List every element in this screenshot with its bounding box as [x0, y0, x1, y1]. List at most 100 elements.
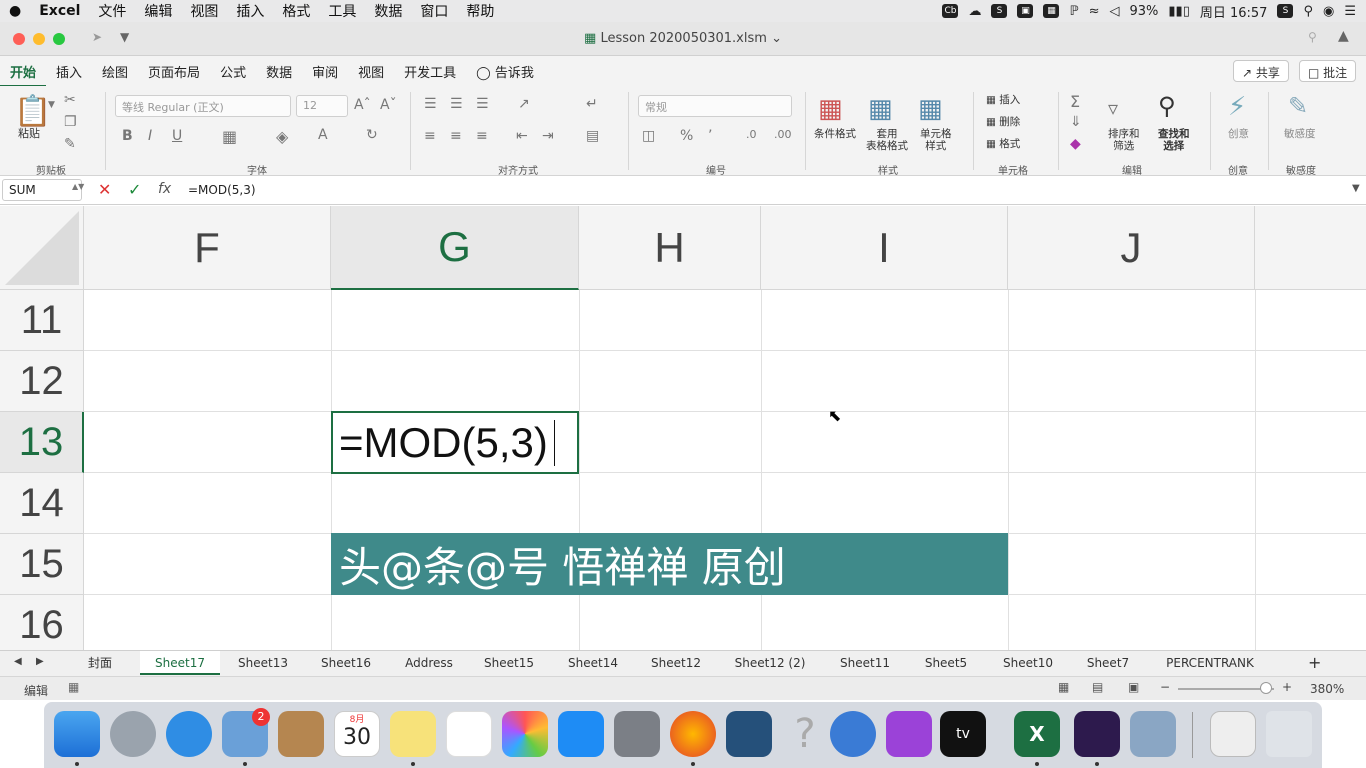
font-size-select[interactable]: 12	[296, 95, 348, 117]
siri-icon[interactable]: ◉	[1323, 4, 1334, 19]
tab-home[interactable]: 开始	[0, 62, 47, 87]
app-menu[interactable]: Excel	[30, 3, 89, 19]
tab-formulas[interactable]: 公式	[210, 62, 256, 81]
fill-icon[interactable]: ⇓	[1070, 114, 1082, 130]
grid-app-icon[interactable]: ▦	[1043, 4, 1060, 18]
find-select-label[interactable]: 查找和 选择	[1158, 128, 1190, 152]
name-box[interactable]: SUM	[2, 179, 82, 201]
downloads-stack-icon[interactable]	[1210, 711, 1256, 757]
sensitivity-label[interactable]: 敏感度	[1284, 128, 1316, 140]
s-app-icon[interactable]: S	[991, 4, 1008, 18]
menu-data[interactable]: 数据	[365, 1, 411, 21]
number-format-select[interactable]: 常规	[638, 95, 792, 117]
row-header-11[interactable]: 11	[0, 290, 84, 351]
delete-cells-button[interactable]: ▦ 删除	[986, 116, 1020, 128]
page-layout-view-icon[interactable]: ▤	[1092, 680, 1103, 694]
title-chevron-icon[interactable]: ⌄	[771, 31, 782, 46]
notification-center-icon[interactable]: ☰	[1344, 4, 1356, 19]
reminders-icon[interactable]	[446, 711, 492, 757]
expand-formula-icon[interactable]: ▼	[1352, 183, 1360, 194]
status-app-icon[interactable]: Cb	[942, 4, 959, 18]
orientation-icon[interactable]: ↗	[518, 96, 530, 112]
align-bottom-icon[interactable]: ☰	[476, 96, 489, 112]
zoom-level[interactable]: 380%	[1310, 682, 1344, 696]
add-sheet-icon[interactable]: +	[1308, 653, 1321, 672]
zoom-out-icon[interactable]: −	[1160, 680, 1170, 694]
page-break-view-icon[interactable]: ▣	[1128, 680, 1139, 694]
app-store-icon[interactable]	[558, 711, 604, 757]
cell-styles-icon[interactable]: ▦	[918, 94, 943, 124]
sheet-tab[interactable]: PERCENTRANK	[1150, 651, 1270, 675]
sort-filter-label[interactable]: 排序和 筛选	[1108, 128, 1140, 152]
system-preferences-icon[interactable]	[614, 711, 660, 757]
menu-help[interactable]: 帮助	[457, 1, 503, 21]
cloud-icon[interactable]: ☁	[968, 4, 981, 19]
decrease-decimal-icon[interactable]: .00	[774, 128, 792, 141]
menu-edit[interactable]: 编辑	[135, 1, 181, 21]
firefox-icon[interactable]	[670, 711, 716, 757]
tab-developer[interactable]: 开发工具	[394, 62, 466, 81]
tab-review[interactable]: 审阅	[302, 62, 348, 81]
ideas-icon[interactable]: ⚡	[1228, 92, 1246, 122]
time-tracker-icon[interactable]	[830, 711, 876, 757]
autosum-icon[interactable]: Σ	[1070, 92, 1080, 111]
comma-style-icon[interactable]: ’	[708, 128, 712, 144]
podcasts-icon[interactable]	[886, 711, 932, 757]
increase-decimal-icon[interactable]: .0	[746, 128, 757, 141]
accounting-format-icon[interactable]: ◫	[642, 128, 655, 144]
share-button[interactable]: ↗ 共享	[1233, 60, 1289, 82]
align-center-icon[interactable]: ≡	[450, 128, 462, 144]
battery-percent[interactable]: 93%	[1129, 4, 1158, 19]
sheet-tab[interactable]: Sheet12	[636, 651, 716, 675]
find-select-icon[interactable]: ⚲	[1158, 92, 1176, 120]
safari-icon[interactable]	[166, 711, 212, 757]
search-icon[interactable]: ⚲	[1308, 30, 1317, 44]
trash-icon[interactable]	[1266, 711, 1312, 757]
contacts-icon[interactable]	[278, 711, 324, 757]
tab-page-layout[interactable]: 页面布局	[138, 62, 210, 81]
s-menu-icon[interactable]: S	[1277, 4, 1294, 18]
screen-icon[interactable]: ▣	[1017, 4, 1034, 18]
clear-icon[interactable]: ◆	[1070, 136, 1081, 152]
menu-tools[interactable]: 工具	[319, 1, 365, 21]
normal-view-icon[interactable]: ▦	[1058, 680, 1069, 694]
format-painter-icon[interactable]: ✎	[64, 136, 76, 152]
confirm-formula-icon[interactable]: ✓	[128, 180, 141, 199]
column-header-h[interactable]: H	[579, 206, 761, 290]
sheet-tab[interactable]: Sheet5	[910, 651, 982, 675]
borders-icon[interactable]: ▦	[222, 127, 237, 146]
column-header-f[interactable]: F	[84, 206, 331, 290]
decrease-font-icon[interactable]: Aˇ	[380, 97, 397, 113]
clock[interactable]: 周日 16:57	[1200, 2, 1268, 21]
tab-draw[interactable]: 绘图	[92, 62, 138, 81]
sheet-tab[interactable]: 封面	[66, 651, 134, 675]
merge-center-icon[interactable]: ▤	[586, 128, 599, 144]
cell-styles-label[interactable]: 单元格 样式	[920, 128, 952, 152]
ideas-label[interactable]: 创意	[1228, 128, 1249, 140]
tab-data[interactable]: 数据	[256, 62, 302, 81]
conditional-format-icon[interactable]: ▦	[818, 94, 843, 124]
paste-icon[interactable]: 📋	[14, 94, 51, 129]
cut-icon[interactable]: ✂	[64, 92, 76, 108]
battery-icon[interactable]: ▮▮▯	[1168, 4, 1189, 19]
launchpad-icon[interactable]	[110, 711, 156, 757]
column-header-next[interactable]	[1255, 206, 1366, 290]
align-left-icon[interactable]: ≡	[424, 128, 436, 144]
sheet-tab[interactable]: Sheet15	[470, 651, 548, 675]
align-right-icon[interactable]: ≡	[476, 128, 488, 144]
italic-icon[interactable]: I	[148, 128, 152, 144]
row-header-16[interactable]: 16	[0, 595, 84, 650]
font-color-icon[interactable]: A	[318, 127, 328, 143]
photos-icon[interactable]	[502, 711, 548, 757]
format-as-table-label[interactable]: 套用 表格格式	[866, 128, 908, 152]
format-cells-button[interactable]: ▦ 格式	[986, 138, 1020, 150]
prev-sheet-icon[interactable]: ◀	[14, 656, 22, 667]
menu-window[interactable]: 窗口	[411, 1, 457, 21]
zoom-slider-handle[interactable]	[1260, 682, 1272, 694]
column-header-i[interactable]: I	[761, 206, 1008, 290]
spotlight-icon[interactable]: ⚲	[1303, 4, 1313, 19]
sheet-tab[interactable]: Sheet12 (2)	[724, 651, 816, 675]
wifi-icon[interactable]: ≈	[1089, 4, 1100, 19]
tab-tell-me[interactable]: ◯ 告诉我	[466, 62, 544, 81]
fill-color-icon[interactable]: ◈	[276, 127, 288, 146]
